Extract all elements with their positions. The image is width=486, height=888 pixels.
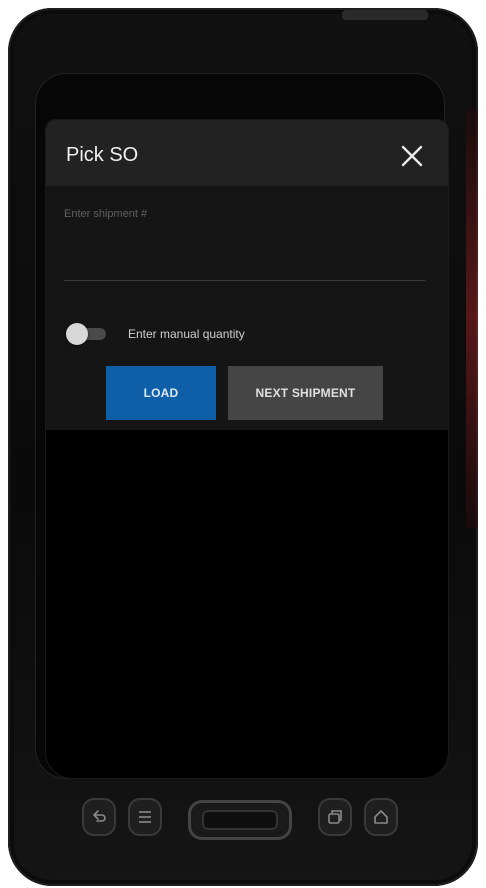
- back-key[interactable]: [82, 798, 116, 836]
- hardware-key-row: [0, 792, 486, 848]
- scan-trigger-key[interactable]: [188, 800, 292, 840]
- manual-quantity-row: Enter manual quantity: [64, 320, 424, 346]
- home-key[interactable]: [364, 798, 398, 836]
- manual-quantity-label: Enter manual quantity: [128, 327, 245, 341]
- menu-key[interactable]: [128, 798, 162, 836]
- shipment-input-underline: [64, 280, 426, 281]
- shipment-field-label: Enter shipment #: [64, 208, 148, 220]
- home-icon: [374, 810, 388, 824]
- load-button[interactable]: LOAD: [106, 366, 216, 420]
- next-shipment-button[interactable]: NEXT SHIPMENT: [228, 366, 383, 420]
- recent-apps-icon: [328, 810, 342, 824]
- recent-apps-key[interactable]: [318, 798, 352, 836]
- power-key[interactable]: [342, 10, 428, 20]
- handheld-device: Pick SO Enter shipment # Enter manual qu…: [8, 8, 478, 886]
- manual-quantity-toggle[interactable]: [66, 323, 106, 345]
- page-title: Pick SO: [66, 144, 139, 166]
- form-area: Enter shipment # Enter manual quantity L…: [46, 186, 448, 430]
- close-button[interactable]: [398, 142, 426, 170]
- scan-trigger-window: [202, 810, 278, 830]
- pick-so-dialog: Pick SO Enter shipment # Enter manual qu…: [46, 120, 448, 430]
- shipment-input[interactable]: [64, 226, 426, 276]
- app-header: Pick SO: [46, 120, 448, 186]
- close-icon: [401, 145, 423, 167]
- back-icon: [93, 810, 106, 822]
- device-screen: Pick SO Enter shipment # Enter manual qu…: [46, 120, 448, 778]
- side-accent-stripe: [466, 108, 478, 528]
- toggle-knob: [66, 323, 88, 345]
- menu-icon: [139, 811, 151, 823]
